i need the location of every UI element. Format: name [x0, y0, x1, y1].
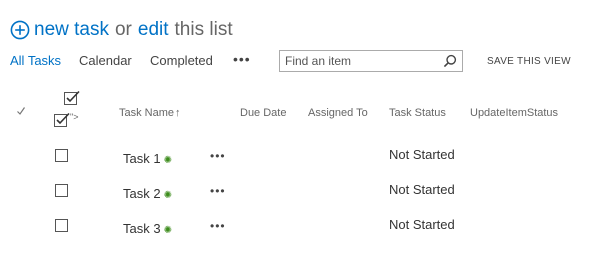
- sort-ascending-icon: ↑: [175, 107, 181, 119]
- column-header-label: Task Name: [119, 107, 175, 119]
- stray-markup-text: ">: [70, 112, 79, 122]
- task-title-text: Task 2: [123, 186, 161, 201]
- column-header-task-name[interactable]: Task Name↑: [119, 107, 181, 119]
- column-header-due-date[interactable]: Due Date: [240, 107, 286, 119]
- tab-completed[interactable]: Completed: [150, 53, 213, 68]
- add-circle-icon[interactable]: [10, 20, 30, 40]
- save-view-button[interactable]: SAVE THIS VIEW: [487, 56, 571, 67]
- task-title-link[interactable]: Task 2 ✺: [123, 186, 172, 201]
- edit-list-link[interactable]: edit: [138, 19, 169, 41]
- row-checkbox[interactable]: [55, 219, 68, 232]
- search-icon[interactable]: [443, 54, 457, 68]
- column-header-assigned-to[interactable]: Assigned To: [308, 107, 368, 119]
- column-header-task-status[interactable]: Task Status: [389, 107, 446, 119]
- task-title-link[interactable]: Task 3 ✺: [123, 221, 172, 236]
- task-status-value: Not Started: [389, 217, 455, 232]
- task-status-value: Not Started: [389, 147, 455, 162]
- new-item-icon: ✺: [163, 190, 172, 201]
- new-task-link[interactable]: new task: [34, 19, 109, 41]
- search-box[interactable]: [279, 50, 463, 72]
- new-item-icon: ✺: [163, 225, 172, 236]
- task-title-link[interactable]: Task 1 ✺: [123, 151, 172, 166]
- row-menu-button[interactable]: •••: [210, 219, 226, 233]
- select-all-icon[interactable]: [63, 90, 81, 106]
- checkmark-icon: [17, 107, 25, 115]
- task-title-text: Task 3: [123, 221, 161, 236]
- row-checkbox[interactable]: [55, 149, 68, 162]
- this-list-text: this list: [174, 19, 233, 40]
- list-header: new task or edit this list: [10, 17, 239, 43]
- or-text: or: [114, 19, 132, 40]
- row-menu-button[interactable]: •••: [210, 184, 226, 198]
- new-item-icon: ✺: [163, 155, 172, 166]
- row-menu-button[interactable]: •••: [210, 149, 226, 163]
- more-views-button[interactable]: •••: [233, 51, 251, 67]
- search-input[interactable]: [280, 54, 435, 68]
- task-status-value: Not Started: [389, 182, 455, 197]
- tab-all-tasks[interactable]: All Tasks: [10, 53, 61, 68]
- row-checkbox[interactable]: [55, 184, 68, 197]
- tab-calendar[interactable]: Calendar: [79, 53, 132, 68]
- task-title-text: Task 1: [123, 151, 161, 166]
- column-header-update-item-status[interactable]: UpdateItemStatus: [470, 107, 558, 119]
- checkbox-checked-icon[interactable]: [53, 112, 71, 128]
